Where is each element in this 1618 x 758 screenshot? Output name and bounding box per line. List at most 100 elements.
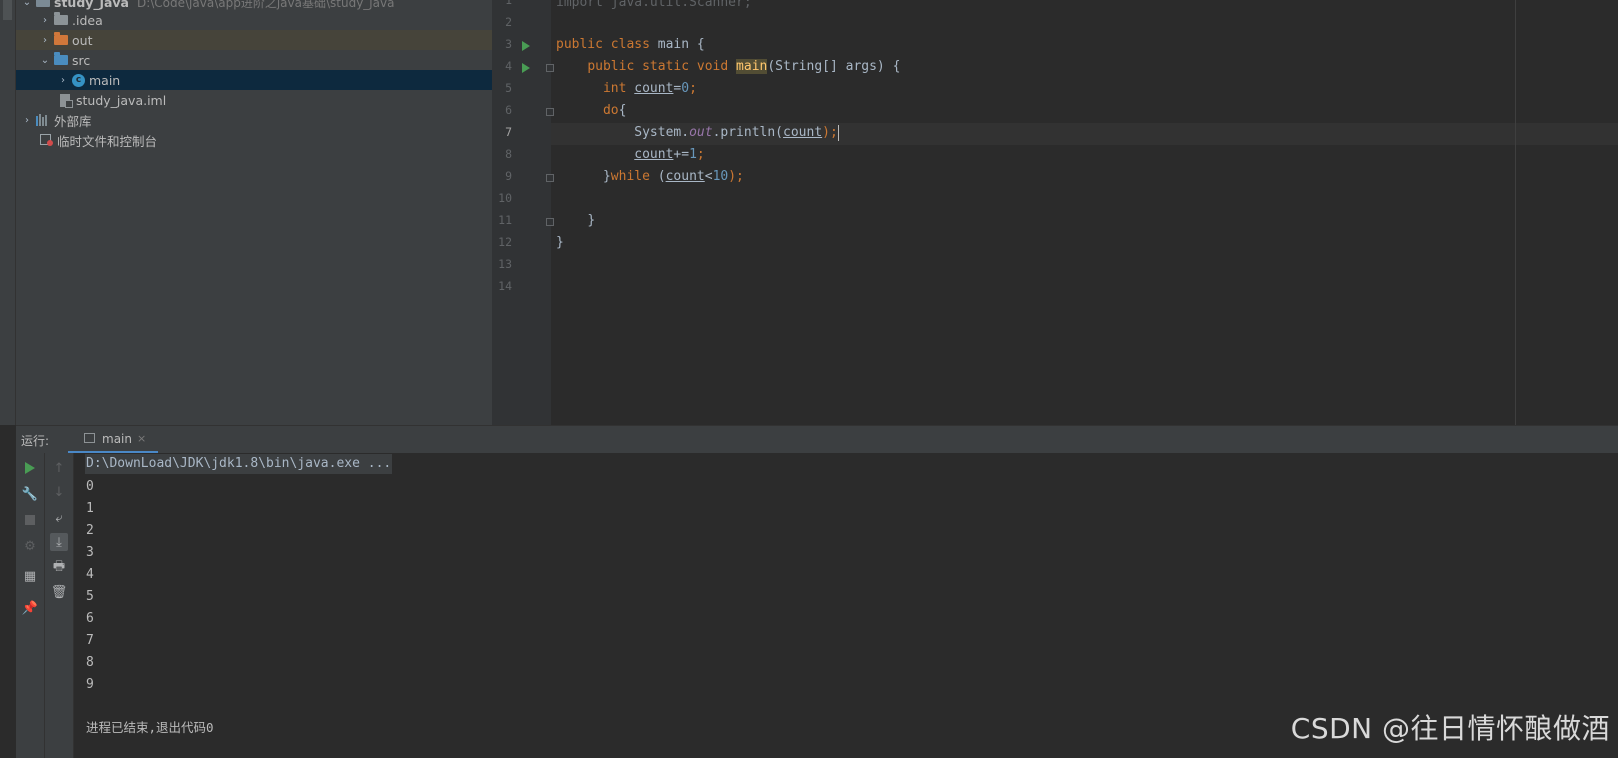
ide-window: ⌄ study_java D:\Code\java\app进阶之java基础\s… [0, 0, 1618, 758]
variable: count [634, 81, 674, 96]
run-panel-header: 运行: main × [16, 425, 1618, 454]
tree-item-label: src [72, 52, 91, 68]
number: 0 [681, 81, 690, 96]
fold-icon[interactable] [546, 174, 554, 182]
keyword: static [642, 59, 690, 74]
code-line-11: } [556, 210, 595, 232]
tree-item-label: out [72, 32, 93, 48]
print-icon[interactable]: 🖶 [50, 559, 68, 577]
chevron-right-icon[interactable]: › [38, 10, 52, 30]
semicolon: ; [696, 147, 705, 162]
chevron-right-icon[interactable]: › [38, 30, 52, 50]
fold-icon[interactable] [546, 218, 554, 226]
params: (String[] args) { [767, 59, 901, 74]
code-line-12: } [556, 232, 564, 254]
rerun-button[interactable] [21, 459, 39, 477]
code-line-7: System.out.println(count); [556, 122, 839, 144]
fold-icon[interactable] [546, 108, 554, 116]
module-folder-icon [36, 0, 50, 7]
line-number: 12 [498, 235, 512, 249]
folder-icon [54, 12, 68, 25]
line-number: 5 [505, 81, 512, 95]
tree-root-path: D:\Code\java\app进阶之java基础\study_java [136, 0, 395, 10]
java-class-icon: c [72, 73, 85, 87]
line-number: 11 [498, 213, 512, 227]
keyword: public [587, 59, 635, 74]
operator: += [673, 147, 690, 162]
tree-item-out[interactable]: › out [16, 30, 492, 50]
tree-item-label: 临时文件和控制台 [57, 133, 158, 149]
library-icon [36, 114, 50, 126]
tree-item-external-libs[interactable]: › 外部库 [16, 110, 492, 130]
brace: { [696, 37, 705, 52]
chevron-right-icon[interactable]: › [20, 110, 34, 130]
run-tab-main[interactable]: main × [68, 426, 158, 454]
console-line: 1 [86, 501, 94, 516]
variable: count [665, 169, 705, 184]
run-class-icon[interactable] [522, 41, 530, 51]
run-panel-label: 运行: [21, 434, 50, 448]
console-command[interactable]: D:\DownLoad\JDK\jdk1.8\bin\java.exe ... [85, 454, 393, 474]
tree-item-iml[interactable]: study_java.iml [16, 90, 492, 110]
camera-icon[interactable]: ⚙ [21, 537, 39, 555]
line-number: 10 [498, 191, 512, 205]
console-line: 8 [86, 655, 94, 670]
keyword: public [556, 37, 603, 52]
console-line: 9 [86, 677, 94, 692]
tree-item-label: 外部库 [54, 113, 92, 129]
number: 10 [712, 169, 729, 184]
console-line: 3 [86, 545, 94, 560]
code-line-3: public class main { [556, 34, 705, 56]
fold-icon[interactable] [546, 64, 554, 72]
chevron-down-icon[interactable]: ⌄ [38, 50, 52, 70]
method-call: .println( [712, 125, 784, 140]
arrow-down-icon[interactable]: ↓ [50, 483, 68, 501]
right-margin-guide [1515, 0, 1516, 425]
line-number: 1 [505, 0, 512, 7]
keyword: class [610, 37, 650, 52]
line-number: 14 [498, 279, 512, 293]
project-tool-tab[interactable] [3, 0, 12, 20]
line-number: 7 [505, 125, 512, 139]
tree-item-label: study_java.iml [76, 92, 167, 108]
source-folder-icon [54, 52, 68, 65]
number: 1 [689, 147, 697, 162]
trash-icon[interactable]: 🗑 [50, 583, 68, 601]
module-file-icon [60, 93, 73, 108]
soft-wrap-icon[interactable]: ⤶ [50, 509, 68, 527]
output-folder-icon [54, 32, 68, 45]
tree-item-idea[interactable]: › .idea [16, 10, 492, 30]
brace: } [556, 235, 564, 250]
wrench-icon[interactable]: 🔧 [21, 485, 39, 503]
stop-button[interactable] [21, 511, 39, 529]
brace: } [602, 169, 611, 184]
watermark: CSDN @往日情怀酿做酒 [1290, 712, 1610, 745]
scratch-icon [40, 134, 53, 146]
brace: } [587, 213, 596, 228]
code-line-1: import java.util.Scanner; [556, 0, 752, 10]
line-number: 6 [505, 103, 512, 117]
layout-icon[interactable]: ▦ [21, 567, 39, 585]
code-line-9: }while (count<10); [556, 166, 744, 188]
call-end: ); [728, 169, 744, 184]
line-number: 2 [505, 15, 512, 29]
run-main-icon[interactable] [522, 63, 530, 73]
line-number: 3 [505, 37, 512, 51]
tree-item-src[interactable]: ⌄ src [16, 50, 492, 70]
arrow-up-icon[interactable]: ↑ [50, 459, 68, 477]
tree-root-label: study_java [54, 0, 129, 10]
tree-item-scratches[interactable]: 临时文件和控制台 [16, 130, 492, 150]
close-icon[interactable]: × [137, 432, 146, 445]
console-line: 5 [86, 589, 94, 604]
chevron-right-icon[interactable]: › [56, 70, 70, 90]
exit-message: 进程已结束,退出代码0 [86, 720, 214, 735]
console-line: 0 [86, 479, 94, 494]
tree-item-main[interactable]: › c main [16, 70, 492, 90]
tree-item-label: .idea [72, 12, 103, 28]
tree-item-label: main [89, 72, 121, 88]
code-line-5: int count=0; [556, 78, 697, 100]
field-ref: out [689, 125, 713, 140]
code-line-6: do{ [556, 100, 626, 122]
pin-icon[interactable]: 📌 [21, 599, 39, 617]
scroll-to-end-icon[interactable]: ⤓ [50, 533, 68, 551]
